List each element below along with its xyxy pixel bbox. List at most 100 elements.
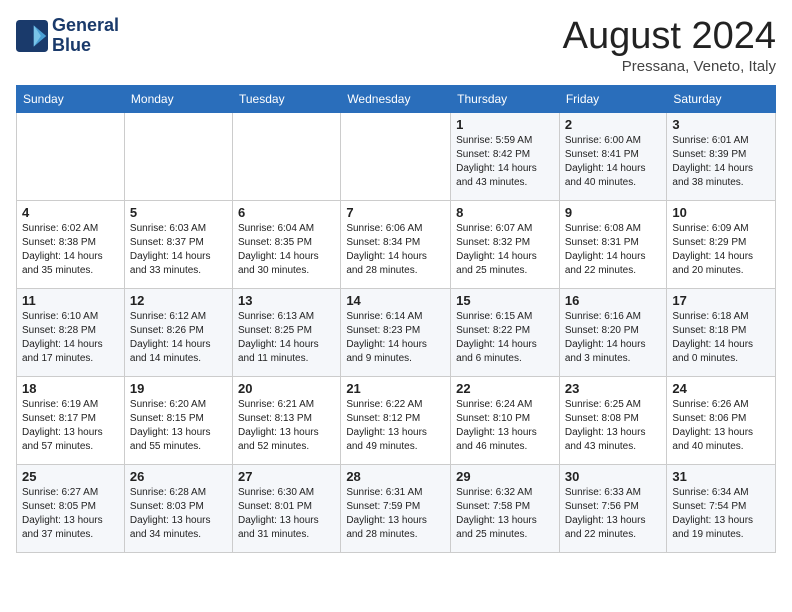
day-number: 11 xyxy=(22,293,119,308)
day-number: 20 xyxy=(238,381,335,396)
day-info: Sunrise: 6:04 AM Sunset: 8:35 PM Dayligh… xyxy=(238,222,335,278)
day-info: Sunrise: 6:30 AM Sunset: 8:01 PM Dayligh… xyxy=(238,486,335,542)
day-info: Sunrise: 6:26 AM Sunset: 8:06 PM Dayligh… xyxy=(672,398,770,454)
calendar-cell: 9 Sunrise: 6:08 AM Sunset: 8:31 PM Daylig… xyxy=(559,200,667,288)
calendar-cell: 12Sunrise: 6:12 AM Sunset: 8:26 PM Dayli… xyxy=(124,288,232,376)
calendar-cell: 27 Sunrise: 6:30 AM Sunset: 8:01 PM Dayli… xyxy=(232,464,340,552)
calendar-week-row: 25 Sunrise: 6:27 AM Sunset: 8:05 PM Dayli… xyxy=(17,464,776,552)
day-info: Sunrise: 6:20 AM Sunset: 8:15 PM Dayligh… xyxy=(130,398,227,454)
day-info: Sunrise: 6:31 AM Sunset: 7:59 PM Dayligh… xyxy=(346,486,445,542)
calendar-cell: 21 Sunrise: 6:22 AM Sunset: 8:12 PM Dayli… xyxy=(341,376,451,464)
calendar-week-row: 11 Sunrise: 6:10 AM Sunset: 8:28 PM Dayli… xyxy=(17,288,776,376)
day-info: Sunrise: 6:00 AM Sunset: 8:41 PM Dayligh… xyxy=(565,134,662,190)
day-number: 21 xyxy=(346,381,445,396)
day-info: Sunrise: 6:12 AM Sunset: 8:26 PM Dayligh… xyxy=(130,310,227,366)
day-info: Sunrise: 6:07 AM Sunset: 8:32 PM Dayligh… xyxy=(456,222,554,278)
day-number: 4 xyxy=(22,205,119,220)
day-number: 31 xyxy=(672,469,770,484)
location: Pressana, Veneto, Italy xyxy=(563,58,776,75)
day-number: 24 xyxy=(672,381,770,396)
day-number: 9 xyxy=(565,205,662,220)
calendar-cell: 10Sunrise: 6:09 AM Sunset: 8:29 PM Dayli… xyxy=(667,200,776,288)
day-info: Sunrise: 6:13 AM Sunset: 8:25 PM Dayligh… xyxy=(238,310,335,366)
day-info: Sunrise: 6:32 AM Sunset: 7:58 PM Dayligh… xyxy=(456,486,554,542)
calendar-cell: 31Sunrise: 6:34 AM Sunset: 7:54 PM Dayli… xyxy=(667,464,776,552)
logo-icon xyxy=(16,20,48,52)
calendar-cell: 25 Sunrise: 6:27 AM Sunset: 8:05 PM Dayli… xyxy=(17,464,125,552)
day-info: Sunrise: 6:06 AM Sunset: 8:34 PM Dayligh… xyxy=(346,222,445,278)
day-info: Sunrise: 6:21 AM Sunset: 8:13 PM Dayligh… xyxy=(238,398,335,454)
calendar-cell: 20 Sunrise: 6:21 AM Sunset: 8:13 PM Dayli… xyxy=(232,376,340,464)
calendar-week-row: 4 Sunrise: 6:02 AM Sunset: 8:38 PM Daylig… xyxy=(17,200,776,288)
weekday-header: Tuesday xyxy=(232,85,340,112)
calendar-cell: 5 Sunrise: 6:03 AM Sunset: 8:37 PM Daylig… xyxy=(124,200,232,288)
calendar-cell: 24 Sunrise: 6:26 AM Sunset: 8:06 PM Dayli… xyxy=(667,376,776,464)
day-number: 14 xyxy=(346,293,445,308)
day-info: Sunrise: 6:33 AM Sunset: 7:56 PM Dayligh… xyxy=(565,486,662,542)
day-info: Sunrise: 6:22 AM Sunset: 8:12 PM Dayligh… xyxy=(346,398,445,454)
day-number: 2 xyxy=(565,117,662,132)
calendar-week-row: 18 Sunrise: 6:19 AM Sunset: 8:17 PM Dayli… xyxy=(17,376,776,464)
day-number: 1 xyxy=(456,117,554,132)
day-info: Sunrise: 6:16 AM Sunset: 8:20 PM Dayligh… xyxy=(565,310,662,366)
calendar-cell: 6 Sunrise: 6:04 AM Sunset: 8:35 PM Daylig… xyxy=(232,200,340,288)
weekday-header: Friday xyxy=(559,85,667,112)
calendar-cell: 16 Sunrise: 6:16 AM Sunset: 8:20 PM Dayli… xyxy=(559,288,667,376)
day-info: Sunrise: 6:25 AM Sunset: 8:08 PM Dayligh… xyxy=(565,398,662,454)
day-info: Sunrise: 6:02 AM Sunset: 8:38 PM Dayligh… xyxy=(22,222,119,278)
logo: General Blue xyxy=(16,16,119,56)
day-number: 16 xyxy=(565,293,662,308)
day-info: Sunrise: 6:15 AM Sunset: 8:22 PM Dayligh… xyxy=(456,310,554,366)
calendar-cell xyxy=(232,112,340,200)
weekday-header: Saturday xyxy=(667,85,776,112)
day-number: 22 xyxy=(456,381,554,396)
logo-line1: General xyxy=(52,16,119,36)
day-number: 8 xyxy=(456,205,554,220)
day-info: Sunrise: 6:10 AM Sunset: 8:28 PM Dayligh… xyxy=(22,310,119,366)
month-title: August 2024 xyxy=(563,16,776,58)
calendar-cell: 11 Sunrise: 6:10 AM Sunset: 8:28 PM Dayli… xyxy=(17,288,125,376)
day-info: Sunrise: 6:08 AM Sunset: 8:31 PM Dayligh… xyxy=(565,222,662,278)
day-number: 19 xyxy=(130,381,227,396)
calendar-cell: 23Sunrise: 6:25 AM Sunset: 8:08 PM Dayli… xyxy=(559,376,667,464)
calendar-cell: 15 Sunrise: 6:15 AM Sunset: 8:22 PM Dayli… xyxy=(451,288,560,376)
calendar-cell: 8 Sunrise: 6:07 AM Sunset: 8:32 PM Daylig… xyxy=(451,200,560,288)
day-info: Sunrise: 6:27 AM Sunset: 8:05 PM Dayligh… xyxy=(22,486,119,542)
day-number: 13 xyxy=(238,293,335,308)
calendar-cell: 30 Sunrise: 6:33 AM Sunset: 7:56 PM Dayli… xyxy=(559,464,667,552)
calendar-cell: 17Sunrise: 6:18 AM Sunset: 8:18 PM Dayli… xyxy=(667,288,776,376)
day-number: 27 xyxy=(238,469,335,484)
day-info: Sunrise: 6:19 AM Sunset: 8:17 PM Dayligh… xyxy=(22,398,119,454)
calendar-cell xyxy=(17,112,125,200)
calendar-cell xyxy=(124,112,232,200)
day-info: Sunrise: 6:28 AM Sunset: 8:03 PM Dayligh… xyxy=(130,486,227,542)
weekday-header: Monday xyxy=(124,85,232,112)
day-info: Sunrise: 6:14 AM Sunset: 8:23 PM Dayligh… xyxy=(346,310,445,366)
day-number: 30 xyxy=(565,469,662,484)
calendar-cell: 14 Sunrise: 6:14 AM Sunset: 8:23 PM Dayli… xyxy=(341,288,451,376)
day-info: Sunrise: 6:24 AM Sunset: 8:10 PM Dayligh… xyxy=(456,398,554,454)
day-number: 5 xyxy=(130,205,227,220)
day-info: Sunrise: 6:03 AM Sunset: 8:37 PM Dayligh… xyxy=(130,222,227,278)
day-number: 15 xyxy=(456,293,554,308)
day-info: Sunrise: 5:59 AM Sunset: 8:42 PM Dayligh… xyxy=(456,134,554,190)
day-number: 26 xyxy=(130,469,227,484)
day-number: 28 xyxy=(346,469,445,484)
calendar-cell: 1 Sunrise: 5:59 AM Sunset: 8:42 PM Daylig… xyxy=(451,112,560,200)
calendar-cell: 22 Sunrise: 6:24 AM Sunset: 8:10 PM Dayli… xyxy=(451,376,560,464)
logo-text: General Blue xyxy=(52,16,119,56)
day-number: 6 xyxy=(238,205,335,220)
day-info: Sunrise: 6:01 AM Sunset: 8:39 PM Dayligh… xyxy=(672,134,770,190)
calendar-table: SundayMondayTuesdayWednesdayThursdayFrid… xyxy=(16,85,776,553)
title-block: August 2024 Pressana, Veneto, Italy xyxy=(563,16,776,75)
weekday-header-row: SundayMondayTuesdayWednesdayThursdayFrid… xyxy=(17,85,776,112)
day-number: 29 xyxy=(456,469,554,484)
calendar-cell: 7Sunrise: 6:06 AM Sunset: 8:34 PM Daylig… xyxy=(341,200,451,288)
day-number: 10 xyxy=(672,205,770,220)
day-number: 17 xyxy=(672,293,770,308)
calendar-cell: 3Sunrise: 6:01 AM Sunset: 8:39 PM Daylig… xyxy=(667,112,776,200)
day-number: 18 xyxy=(22,381,119,396)
weekday-header: Thursday xyxy=(451,85,560,112)
day-number: 25 xyxy=(22,469,119,484)
calendar-cell: 28 Sunrise: 6:31 AM Sunset: 7:59 PM Dayli… xyxy=(341,464,451,552)
